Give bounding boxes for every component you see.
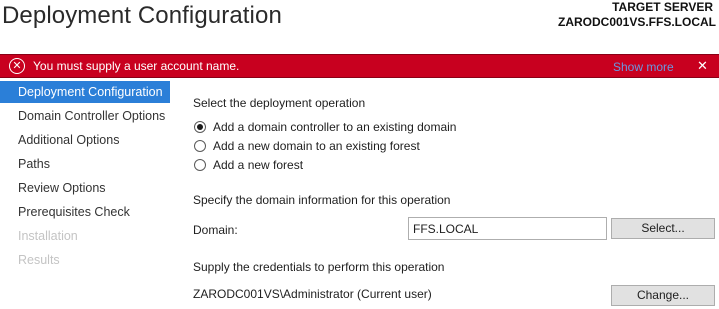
radio-label: Add a domain controller to an existing d… [213, 120, 457, 134]
error-circle-x-icon: ✕ [9, 58, 25, 74]
sidebar-item-domain-controller-options[interactable]: Domain Controller Options [0, 105, 170, 127]
domain-input[interactable] [408, 217, 607, 240]
radio-button-checked[interactable] [194, 121, 206, 133]
radio-add-new-forest[interactable]: Add a new forest [194, 157, 303, 173]
error-message: You must supply a user account name. [33, 59, 240, 73]
page-title: Deployment Configuration [2, 2, 282, 29]
sidebar-item-review-options[interactable]: Review Options [0, 177, 170, 199]
operation-heading: Select the deployment operation [193, 96, 366, 110]
change-credentials-button[interactable]: Change... [611, 285, 715, 306]
target-server-value: ZARODC001VS.FFS.LOCAL [557, 15, 716, 29]
credentials-user: ZARODC001VS\Administrator (Current user) [193, 287, 432, 301]
sidebar-item-results: Results [18, 253, 60, 267]
select-domain-button[interactable]: Select... [611, 218, 715, 239]
close-icon[interactable]: ✕ [697, 58, 708, 74]
sidebar-item-installation: Installation [18, 229, 78, 243]
radio-button[interactable] [194, 159, 206, 171]
sidebar: Deployment Configuration Domain Controll… [0, 81, 170, 309]
target-server-label: TARGET SERVER [612, 0, 713, 14]
radio-label: Add a new forest [213, 158, 304, 172]
radio-label: Add a new domain to an existing forest [213, 139, 420, 153]
sidebar-item-additional-options[interactable]: Additional Options [0, 129, 170, 151]
domain-heading: Specify the domain information for this … [193, 193, 451, 207]
radio-button[interactable] [194, 140, 206, 152]
radio-add-domain-existing-forest[interactable]: Add a new domain to an existing forest [194, 138, 420, 154]
sidebar-item-paths[interactable]: Paths [0, 153, 170, 175]
radio-add-dc-existing-domain[interactable]: Add a domain controller to an existing d… [194, 119, 456, 135]
main-content: Select the deployment operation Add a do… [193, 81, 719, 309]
show-more-link[interactable]: Show more [613, 60, 674, 74]
sidebar-item-prerequisites-check[interactable]: Prerequisites Check [0, 201, 170, 223]
sidebar-item-deployment-configuration[interactable]: Deployment Configuration [0, 81, 170, 103]
credentials-heading: Supply the credentials to perform this o… [193, 260, 445, 274]
domain-label: Domain: [193, 223, 238, 237]
error-notification-bar: ✕ You must supply a user account name. S… [0, 54, 719, 78]
header: Deployment Configuration TARGET SERVER Z… [0, 0, 719, 54]
